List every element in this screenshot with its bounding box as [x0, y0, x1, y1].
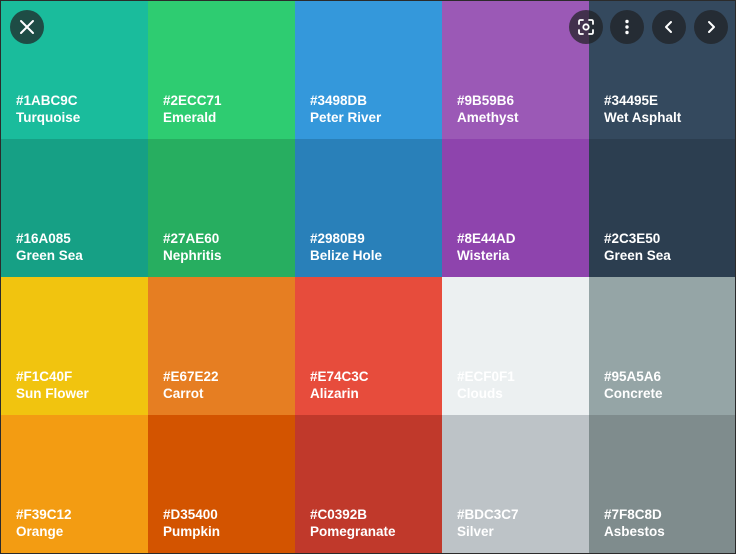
color-swatch: #BDC3C7 Silver	[442, 415, 589, 553]
swatch-label: #7F8C8D Asbestos	[604, 506, 665, 540]
swatch-label: #E67E22 Carrot	[163, 368, 219, 402]
color-swatch: #2980B9 Belize Hole	[295, 139, 442, 277]
lens-search-icon	[578, 19, 594, 35]
swatch-hex-code: #E67E22	[163, 369, 219, 384]
swatch-color-name: Green Sea	[16, 248, 83, 263]
swatch-color-name: Alizarin	[310, 386, 359, 401]
swatch-hex-code: #E74C3C	[310, 369, 369, 384]
color-swatch: #7F8C8D Asbestos	[589, 415, 735, 553]
swatch-hex-code: #C0392B	[310, 507, 368, 522]
swatch-hex-code: #2980B9	[310, 231, 365, 246]
color-palette-image: #1ABC9C Turquoise #2ECC71 Emerald #3498DB Pet…	[1, 1, 735, 553]
color-swatch: #95A5A6 Concrete	[589, 277, 735, 415]
close-icon	[20, 20, 34, 34]
swatch-hex-code: #8E44AD	[457, 231, 516, 246]
swatch-hex-code: #ECF0F1	[457, 369, 515, 384]
previous-image-button[interactable]	[652, 10, 686, 44]
color-swatch: #C0392B Pomegranate	[295, 415, 442, 553]
image-viewer: #1ABC9C Turquoise #2ECC71 Emerald #3498DB Pet…	[0, 0, 736, 554]
swatch-color-name: Peter River	[310, 110, 382, 125]
swatch-label: #95A5A6 Concrete	[604, 368, 663, 402]
color-swatch: #ECF0F1 Clouds	[442, 277, 589, 415]
close-button[interactable]	[10, 10, 44, 44]
color-swatch: #16A085 Green Sea	[1, 139, 148, 277]
swatch-label: #F1C40F Sun Flower	[16, 368, 89, 402]
swatch-label: #8E44AD Wisteria	[457, 230, 516, 264]
color-swatch: #F39C12 Orange	[1, 415, 148, 553]
chevron-right-icon	[708, 21, 715, 33]
swatch-label: #ECF0F1 Clouds	[457, 368, 515, 402]
swatch-color-name: Turquoise	[16, 110, 81, 125]
swatch-color-name: Emerald	[163, 110, 217, 125]
swatch-color-name: Wet Asphalt	[604, 110, 682, 125]
swatch-hex-code: #1ABC9C	[16, 93, 78, 108]
lens-search-button[interactable]	[569, 10, 603, 44]
more-vertical-icon	[625, 19, 629, 35]
swatch-hex-code: #D35400	[163, 507, 218, 522]
swatch-label: #D35400 Pumpkin	[163, 506, 220, 540]
swatch-hex-code: #3498DB	[310, 93, 368, 108]
color-swatch: #E74C3C Alizarin	[295, 277, 442, 415]
swatch-color-name: Sun Flower	[16, 386, 89, 401]
color-swatch: #2C3E50 Green Sea	[589, 139, 735, 277]
swatch-label: #34495E Wet Asphalt	[604, 92, 681, 126]
swatch-color-name: Carrot	[163, 386, 204, 401]
swatch-color-name: Concrete	[604, 386, 663, 401]
swatch-hex-code: #95A5A6	[604, 369, 662, 384]
swatch-color-name: Green Sea	[604, 248, 671, 263]
more-options-button[interactable]	[610, 10, 644, 44]
swatch-hex-code: #7F8C8D	[604, 507, 662, 522]
swatch-label: #16A085 Green Sea	[16, 230, 83, 264]
swatch-color-name: Silver	[457, 524, 494, 539]
color-swatch: #E67E22 Carrot	[148, 277, 295, 415]
chevron-left-icon	[665, 21, 672, 33]
swatch-label: #E74C3C Alizarin	[310, 368, 369, 402]
color-swatch: #9B59B6 Amethyst	[442, 1, 589, 139]
swatch-color-name: Pomegranate	[310, 524, 396, 539]
swatch-hex-code: #2C3E50	[604, 231, 661, 246]
swatch-color-name: Pumpkin	[163, 524, 221, 539]
swatch-label: #2ECC71 Emerald	[163, 92, 222, 126]
swatch-label: #2980B9 Belize Hole	[310, 230, 382, 264]
next-image-button[interactable]	[694, 10, 728, 44]
swatch-hex-code: #2ECC71	[163, 93, 222, 108]
swatch-label: #9B59B6 Amethyst	[457, 92, 519, 126]
color-swatch: #F1C40F Sun Flower	[1, 277, 148, 415]
swatch-color-name: Belize Hole	[310, 248, 383, 263]
swatch-label: #1ABC9C Turquoise	[16, 92, 80, 126]
swatch-label: #2C3E50 Green Sea	[604, 230, 671, 264]
swatch-color-name: Wisteria	[457, 248, 510, 263]
color-swatch: #D35400 Pumpkin	[148, 415, 295, 553]
color-swatch: #2ECC71 Emerald	[148, 1, 295, 139]
swatch-label: #C0392B Pomegranate	[310, 506, 396, 540]
swatch-label: #27AE60 Nephritis	[163, 230, 222, 264]
swatch-label: #3498DB Peter River	[310, 92, 381, 126]
swatch-color-name: Nephritis	[163, 248, 222, 263]
swatch-color-name: Asbestos	[604, 524, 665, 539]
swatch-hex-code: #27AE60	[163, 231, 220, 246]
swatch-color-name: Orange	[16, 524, 64, 539]
swatch-color-name: Clouds	[457, 386, 503, 401]
swatch-color-name: Amethyst	[457, 110, 519, 125]
swatch-hex-code: #BDC3C7	[457, 507, 519, 522]
swatch-hex-code: #34495E	[604, 93, 659, 108]
color-swatch: #8E44AD Wisteria	[442, 139, 589, 277]
color-swatch: #3498DB Peter River	[295, 1, 442, 139]
swatch-hex-code: #F39C12	[16, 507, 72, 522]
swatch-hex-code: #16A085	[16, 231, 71, 246]
swatch-label: #BDC3C7 Silver	[457, 506, 519, 540]
color-swatch: #27AE60 Nephritis	[148, 139, 295, 277]
swatch-hex-code: #F1C40F	[16, 369, 73, 384]
swatch-hex-code: #9B59B6	[457, 93, 515, 108]
swatch-label: #F39C12 Orange	[16, 506, 72, 540]
